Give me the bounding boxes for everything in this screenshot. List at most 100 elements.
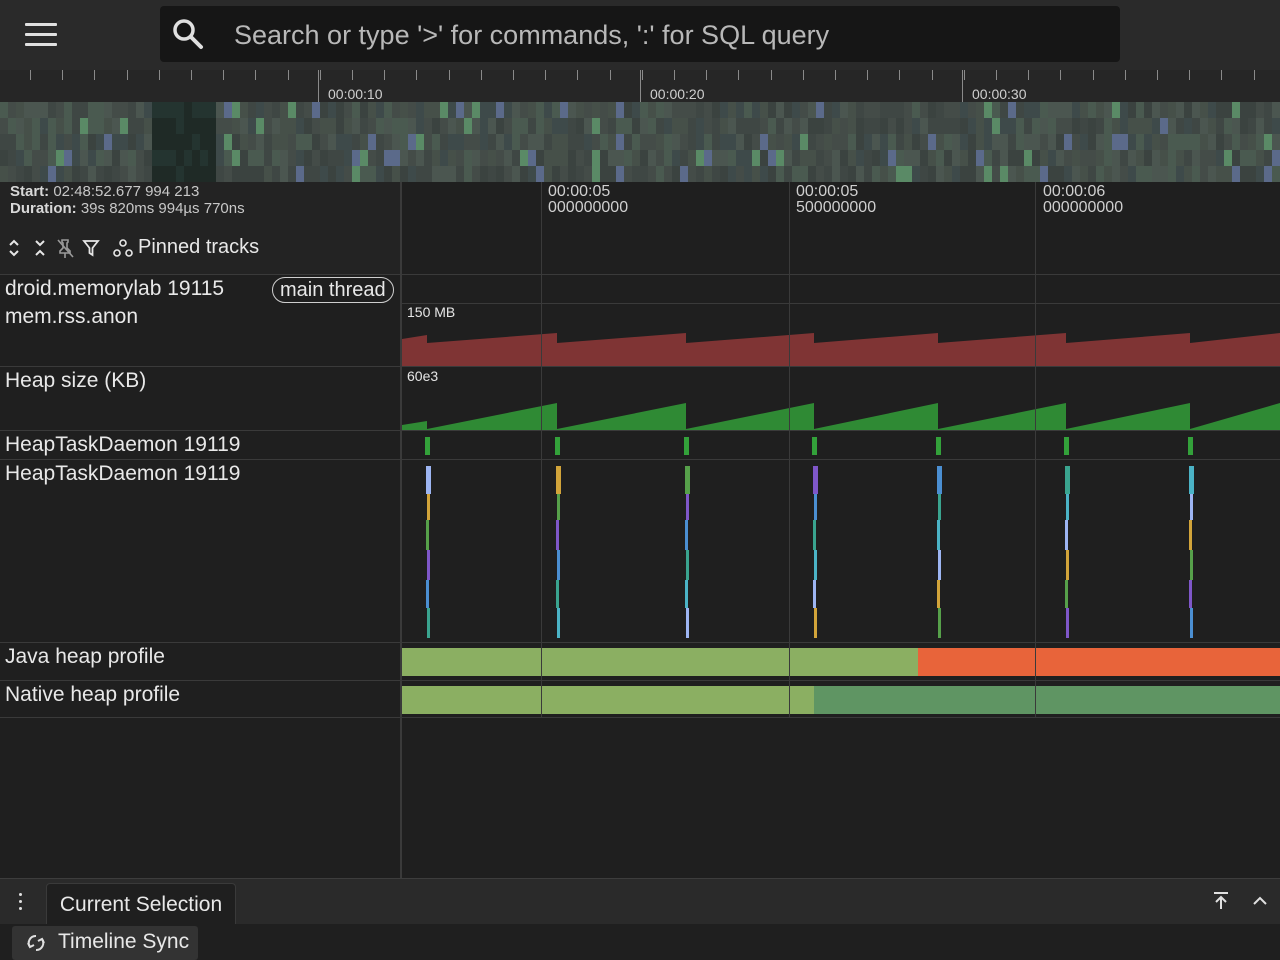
heaptask-thread-state-track[interactable] (402, 431, 1280, 460)
kebab-menu-icon[interactable] (12, 891, 28, 913)
track-title: HeapTaskDaemon 19119 (5, 433, 241, 456)
heat-cell (272, 102, 280, 118)
heat-cell (584, 150, 592, 166)
heat-cell (88, 134, 96, 150)
heat-cell (784, 102, 792, 118)
heat-cell (1000, 150, 1008, 166)
heat-cell (816, 150, 824, 166)
time-header-seconds: 00:00:05 (548, 183, 611, 200)
heat-cell (64, 118, 72, 134)
heat-cell (696, 134, 704, 150)
track-label-rss[interactable]: mem.rss.anon (0, 303, 400, 367)
heat-cell (256, 118, 264, 134)
heat-cell (240, 150, 248, 166)
heaptask-slice-track[interactable] (402, 460, 1280, 643)
heat-cell (432, 102, 440, 118)
timeline-sync-button[interactable]: Timeline Sync (12, 926, 198, 960)
heat-cell (704, 134, 712, 150)
overview-minor-tick (191, 70, 192, 80)
expand-all-icon[interactable] (6, 237, 22, 259)
track-title: Native heap profile (5, 683, 181, 706)
heat-cell (152, 150, 160, 166)
heat-cell (440, 166, 448, 182)
native-heap-profile-track[interactable] (402, 681, 1280, 718)
native-heap-profile-slice[interactable] (814, 686, 1280, 714)
java-heap-profile-slice[interactable] (402, 648, 918, 676)
heat-cell (24, 134, 32, 150)
hamburger-menu-icon[interactable] (20, 18, 62, 52)
track-panel-divider[interactable] (400, 182, 402, 878)
heat-cell (664, 102, 672, 118)
heat-cell (56, 166, 64, 182)
heat-cell (88, 102, 96, 118)
track-label-heaptask-2[interactable]: HeapTaskDaemon 19119 (0, 460, 400, 643)
heat-cell (1224, 118, 1232, 134)
track-label-native-heap[interactable]: Native heap profile (0, 681, 400, 718)
thread-slice (937, 580, 940, 608)
overview-activity-heatmap[interactable] (0, 102, 1280, 182)
heat-cell (432, 118, 440, 134)
heat-cell (632, 102, 640, 118)
heat-cell (216, 150, 224, 166)
heat-cell (664, 166, 672, 182)
omnibox[interactable] (160, 6, 1120, 62)
maximize-panel-icon[interactable] (1210, 889, 1232, 913)
heat-cell (936, 166, 944, 182)
heat-cell (592, 102, 600, 118)
heat-cell (216, 134, 224, 150)
bottom-tab-bar: Current Selection (0, 878, 1280, 926)
filter-icon[interactable] (82, 237, 100, 259)
heat-cell (120, 102, 128, 118)
heat-cell (248, 166, 256, 182)
native-heap-profile-slice[interactable] (402, 686, 814, 714)
heap-counter-track[interactable]: 60e3 (402, 367, 1280, 431)
heat-cell (1176, 166, 1184, 182)
heat-cell (64, 134, 72, 150)
rss-counter-track[interactable]: 150 MB (402, 303, 1280, 367)
heat-cell (896, 102, 904, 118)
heat-cell (800, 102, 808, 118)
track-label-heap-size[interactable]: Heap size (KB) (0, 367, 400, 431)
heat-cell (96, 150, 104, 166)
track-label-heaptask-1[interactable]: HeapTaskDaemon 19119 (0, 431, 400, 460)
heat-cell (1144, 134, 1152, 150)
heat-cell (464, 134, 472, 150)
java-heap-profile-track[interactable] (402, 643, 1280, 681)
heat-cell (840, 134, 848, 150)
process-track-header[interactable]: droid.memorylab 19115 main thread (0, 274, 400, 304)
heat-cell (896, 134, 904, 150)
duration-label: Duration: (10, 200, 77, 217)
heat-cell (296, 102, 304, 118)
collapse-all-icon[interactable] (32, 237, 48, 259)
search-input[interactable] (232, 14, 1106, 56)
java-heap-profile-slice[interactable] (918, 648, 1280, 676)
heat-cell (504, 134, 512, 150)
heat-cell (240, 102, 248, 118)
heat-cell (440, 118, 448, 134)
heat-cell (808, 102, 816, 118)
heat-cell (72, 102, 80, 118)
heat-cell (248, 102, 256, 118)
chevron-up-icon[interactable] (1250, 891, 1270, 911)
heat-cell (104, 166, 112, 182)
heat-cell (384, 118, 392, 134)
tab-current-selection[interactable]: Current Selection (46, 883, 236, 926)
heat-cell (1096, 102, 1104, 118)
track-label-java-heap[interactable]: Java heap profile (0, 643, 400, 681)
overview-minor-tick (1157, 70, 1158, 80)
main-thread-chip[interactable]: main thread (272, 277, 394, 303)
heat-cell (376, 166, 384, 182)
heat-cell (888, 150, 896, 166)
timeline-header[interactable]: 00:00:05 000000000 00:00:05 500000000 00:0… (402, 182, 1280, 274)
heat-cell (560, 150, 568, 166)
heat-cell (496, 166, 504, 182)
thread-state-slice (684, 437, 689, 455)
overview-time-ruler[interactable]: 00:00:10 00:00:20 00:00:30 (0, 70, 1280, 102)
heat-cell (200, 118, 208, 134)
heat-cell (544, 118, 552, 134)
heat-cell (576, 102, 584, 118)
process-track-area[interactable] (402, 274, 1280, 304)
heat-cell (304, 134, 312, 150)
unpin-icon[interactable] (55, 237, 75, 259)
heat-cell (1208, 150, 1216, 166)
